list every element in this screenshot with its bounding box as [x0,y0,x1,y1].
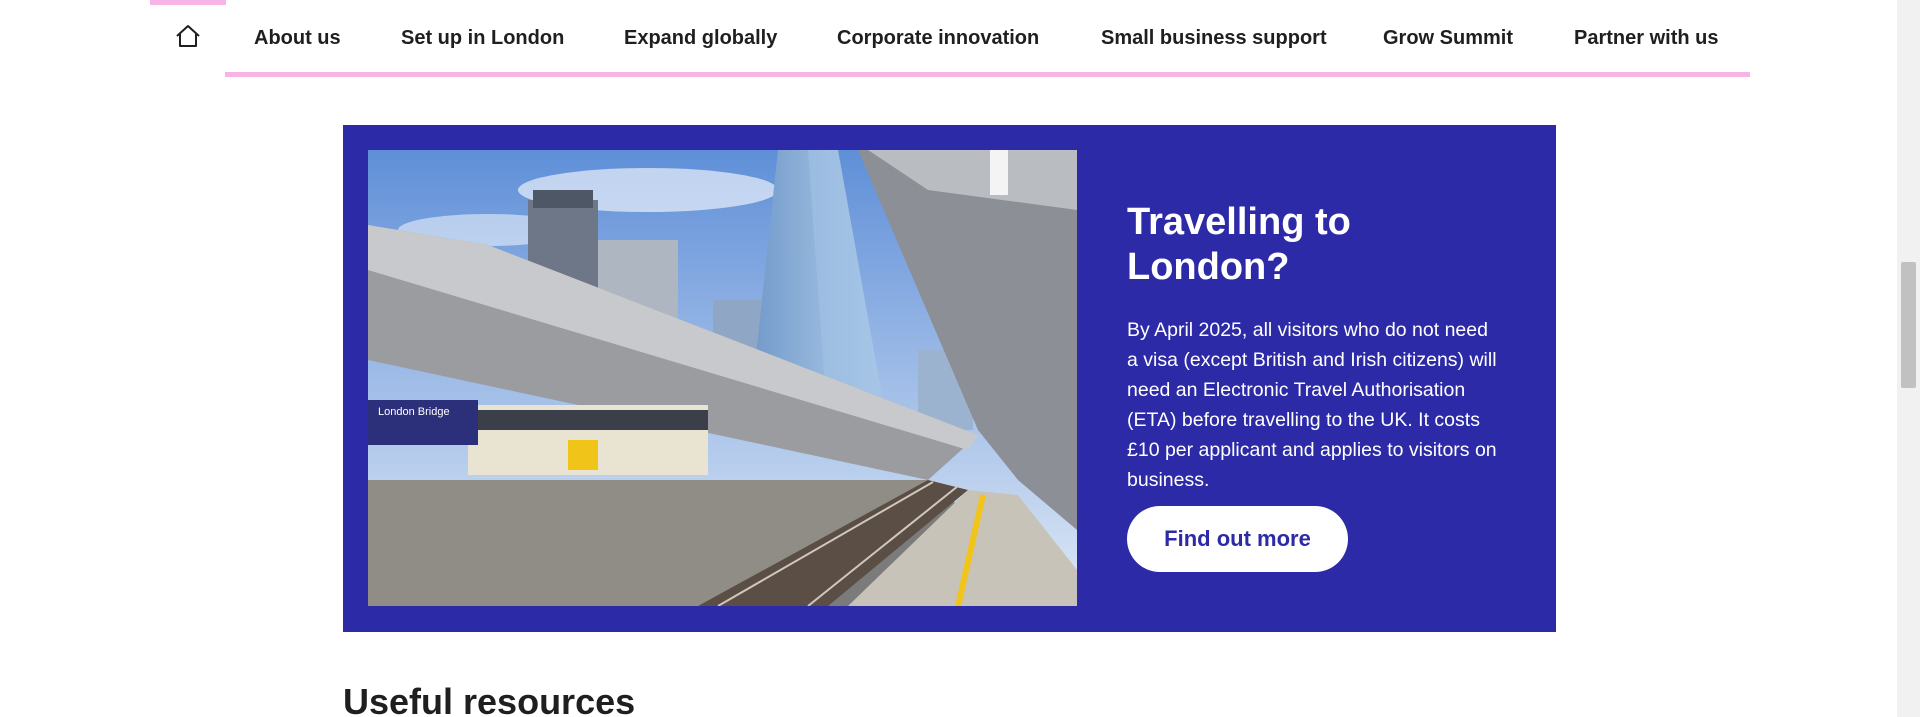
banner-description: By April 2025, all visitors who do not n… [1127,319,1497,491]
nav-item-corporate-innovation[interactable]: Corporate innovation [837,27,1039,50]
home-icon [176,25,200,47]
station-sign-text: London Bridge [378,406,450,418]
useful-resources-heading: Useful resources [343,681,636,717]
page: About us Set up in London Expand globall… [0,0,1920,717]
eta-banner: London Bridge Travelling to London? By A… [343,125,1556,632]
nav-item-partner-with-us[interactable]: Partner with us [1574,27,1718,50]
scrollbar-thumb[interactable] [1901,262,1916,388]
banner-title: Travelling to London? [1127,201,1351,288]
find-out-more-button[interactable]: Find out more [1127,506,1348,572]
main-nav: About us Set up in London Expand globall… [225,0,1750,77]
nav-item-grow-summit[interactable]: Grow Summit [1383,27,1513,50]
page-scrollbar[interactable] [1897,0,1920,717]
nav-item-set-up-in-london[interactable]: Set up in London [401,27,564,50]
home-active-indicator [150,0,226,5]
nav-item-expand-globally[interactable]: Expand globally [624,27,777,50]
station-illustration: London Bridge [368,150,1077,606]
nav-item-about-us[interactable]: About us [254,27,341,50]
home-link[interactable] [168,16,208,56]
banner-image: London Bridge [368,150,1077,606]
nav-item-small-business-support[interactable]: Small business support [1101,27,1327,50]
